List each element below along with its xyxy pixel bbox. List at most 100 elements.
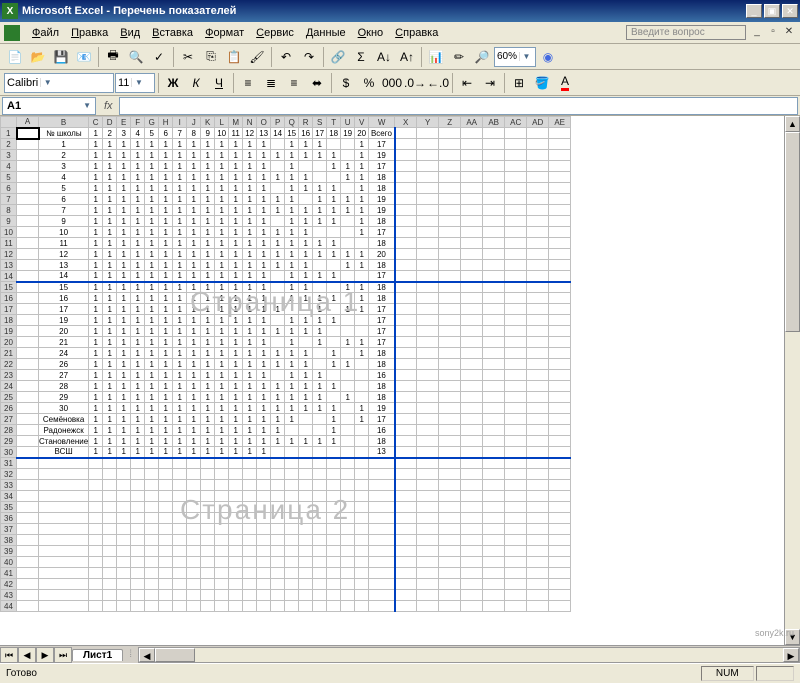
cell[interactable]: 1 xyxy=(145,293,159,304)
cell[interactable] xyxy=(327,502,341,513)
cell[interactable]: 1 xyxy=(243,359,257,370)
cell[interactable]: 1 xyxy=(229,381,243,392)
cell[interactable] xyxy=(341,293,355,304)
cell[interactable] xyxy=(461,161,483,172)
cell[interactable] xyxy=(439,337,461,348)
cell[interactable]: 1 xyxy=(159,304,173,315)
cell[interactable]: 1 xyxy=(89,205,103,216)
cell[interactable] xyxy=(17,458,39,469)
row-header-4[interactable]: 4 xyxy=(1,161,17,172)
cell[interactable] xyxy=(417,491,439,502)
cell[interactable] xyxy=(483,491,505,502)
cell[interactable] xyxy=(527,260,549,271)
cell[interactable] xyxy=(505,172,527,183)
row-header-43[interactable]: 43 xyxy=(1,590,17,601)
cell[interactable]: 1 xyxy=(131,172,145,183)
cell[interactable]: 1 xyxy=(313,304,327,315)
cell[interactable]: 1 xyxy=(159,227,173,238)
cell[interactable]: 1 xyxy=(313,315,327,326)
cell[interactable]: 18 xyxy=(369,359,395,370)
cell[interactable]: 1 xyxy=(271,194,285,205)
cell[interactable] xyxy=(215,458,229,469)
cell[interactable] xyxy=(395,513,417,524)
cell[interactable] xyxy=(461,370,483,381)
row-header-1[interactable]: 1 xyxy=(1,128,17,139)
cell[interactable]: 1 xyxy=(117,359,131,370)
col-header-C[interactable]: C xyxy=(89,117,103,128)
cell[interactable] xyxy=(285,425,299,436)
cell[interactable]: 15 xyxy=(285,128,299,139)
cell[interactable]: 1 xyxy=(145,337,159,348)
cell[interactable]: 1 xyxy=(145,326,159,337)
cell[interactable] xyxy=(527,436,549,447)
cell[interactable]: 1 xyxy=(313,326,327,337)
cell[interactable] xyxy=(549,227,571,238)
cell[interactable]: 1 xyxy=(285,359,299,370)
cell[interactable] xyxy=(341,557,355,568)
cell[interactable]: 1 xyxy=(201,403,215,414)
cell[interactable]: 1 xyxy=(257,414,271,425)
cell[interactable]: 1 xyxy=(201,249,215,260)
cell[interactable]: 1 xyxy=(257,282,271,293)
col-header-Q[interactable]: Q xyxy=(285,117,299,128)
cell[interactable] xyxy=(187,601,201,612)
cell[interactable] xyxy=(355,447,369,458)
cell[interactable] xyxy=(483,238,505,249)
cell[interactable] xyxy=(313,282,327,293)
cell[interactable] xyxy=(549,502,571,513)
cell[interactable] xyxy=(341,480,355,491)
cell[interactable] xyxy=(299,491,313,502)
cell[interactable]: 1 xyxy=(229,216,243,227)
cell[interactable]: 1 xyxy=(285,205,299,216)
cell[interactable] xyxy=(131,513,145,524)
cell[interactable] xyxy=(527,491,549,502)
cell[interactable] xyxy=(417,568,439,579)
cell[interactable] xyxy=(549,337,571,348)
cell[interactable] xyxy=(131,568,145,579)
cell[interactable] xyxy=(417,381,439,392)
tab-next-button[interactable]: ▶ xyxy=(36,647,54,663)
col-header-A[interactable]: A xyxy=(17,117,39,128)
cell[interactable] xyxy=(299,425,313,436)
cell[interactable]: 1 xyxy=(285,392,299,403)
cell[interactable]: 17 xyxy=(369,227,395,238)
cell[interactable]: 1 xyxy=(145,139,159,150)
cell[interactable] xyxy=(549,557,571,568)
cell[interactable]: 1 xyxy=(257,359,271,370)
cell[interactable]: 1 xyxy=(313,194,327,205)
cell[interactable] xyxy=(527,381,549,392)
cell[interactable]: 1 xyxy=(187,161,201,172)
cell[interactable] xyxy=(299,502,313,513)
cell[interactable] xyxy=(327,447,341,458)
cell[interactable] xyxy=(257,480,271,491)
cell[interactable] xyxy=(103,579,117,590)
cell[interactable]: 1 xyxy=(103,414,117,425)
cell[interactable] xyxy=(549,282,571,293)
cell[interactable]: 1 xyxy=(187,150,201,161)
cell[interactable] xyxy=(243,513,257,524)
cell[interactable]: 8 xyxy=(187,128,201,139)
cell[interactable]: 1 xyxy=(215,183,229,194)
cell[interactable] xyxy=(549,568,571,579)
cut-icon[interactable]: ✂ xyxy=(177,46,199,68)
cell[interactable] xyxy=(483,150,505,161)
cell[interactable]: 18 xyxy=(369,183,395,194)
cell[interactable] xyxy=(369,524,395,535)
cell[interactable] xyxy=(341,579,355,590)
cell[interactable]: 1 xyxy=(187,326,201,337)
cell[interactable] xyxy=(17,139,39,150)
cell[interactable] xyxy=(229,524,243,535)
cell[interactable] xyxy=(159,568,173,579)
cell[interactable] xyxy=(299,535,313,546)
cell[interactable] xyxy=(103,513,117,524)
cell[interactable]: 1 xyxy=(327,183,341,194)
cell[interactable] xyxy=(483,535,505,546)
cell[interactable]: 1 xyxy=(299,216,313,227)
cell[interactable]: 1 xyxy=(299,315,313,326)
row-header-28[interactable]: 28 xyxy=(1,425,17,436)
cell[interactable] xyxy=(369,546,395,557)
cell[interactable] xyxy=(215,601,229,612)
cell[interactable]: 1 xyxy=(355,414,369,425)
cell[interactable] xyxy=(527,502,549,513)
cell[interactable]: 1 xyxy=(89,227,103,238)
